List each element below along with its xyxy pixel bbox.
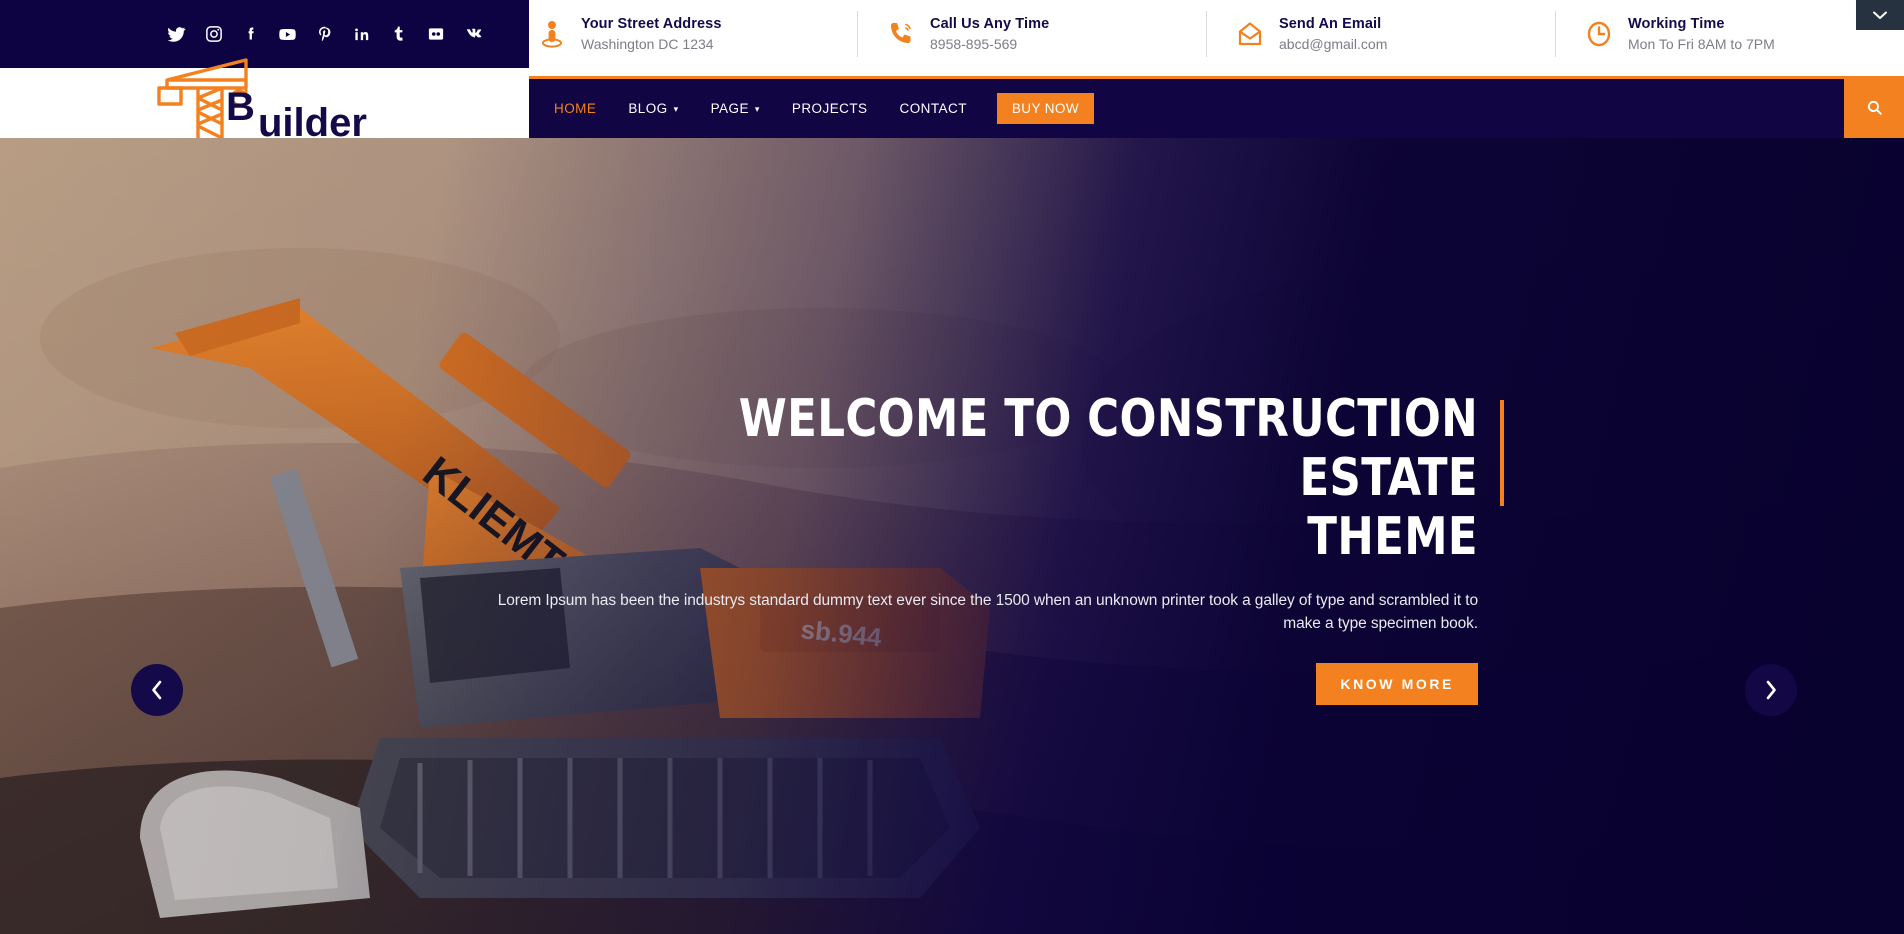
hero-content: WELCOME TO CONSTRUCTION ESTATE THEME Lor… <box>0 138 1904 934</box>
facebook-icon[interactable] <box>241 24 261 44</box>
hero-description: Lorem Ipsum has been the industrys stand… <box>497 592 1478 632</box>
contact-item-hours[interactable]: Working Time Mon To Fri 8AM to 7PM <box>1555 11 1904 57</box>
vk-icon[interactable] <box>463 24 483 44</box>
hero-title-line-2: THEME <box>1307 506 1478 567</box>
slider-next-button[interactable] <box>1745 664 1797 716</box>
title-accent-bar <box>1500 400 1504 506</box>
phone-ring-icon <box>886 17 916 51</box>
nav-item-page[interactable]: PAGE ▾ <box>695 79 776 138</box>
nav-item-home[interactable]: HOME <box>538 79 612 138</box>
site-logo[interactable]: B uilder <box>150 54 440 138</box>
envelope-icon <box>1235 17 1265 51</box>
main-navigation: HOME BLOG ▾ PAGE ▾ PROJECTS CONTACT BUY … <box>529 76 1904 138</box>
hero-slider: KLIEMT sb.944 <box>0 138 1904 934</box>
header-row: B uilder HOME BLOG ▾ PAGE ▾ PROJECTS CON… <box>0 58 1904 138</box>
nav-label: HOME <box>554 101 597 116</box>
nav-item-blog[interactable]: BLOG ▾ <box>612 79 694 138</box>
slider-prev-button[interactable] <box>131 664 183 716</box>
contact-title: Working Time <box>1628 15 1725 32</box>
nav-label: BLOG <box>628 101 668 116</box>
clock-icon <box>1584 17 1614 51</box>
chevron-down-icon: ▾ <box>673 104 679 114</box>
chevron-down-icon: ▾ <box>754 104 760 114</box>
buy-now-button[interactable]: BUY NOW <box>996 93 1094 124</box>
contact-title: Call Us Any Time <box>930 15 1050 32</box>
contact-item-address[interactable]: Your Street Address Washington DC 1234 <box>529 11 857 57</box>
search-button[interactable] <box>1844 76 1904 138</box>
contact-title: Your Street Address <box>581 15 722 32</box>
nav-label: PROJECTS <box>791 101 868 116</box>
contact-value: Mon To Fri 8AM to 7PM <box>1628 35 1775 52</box>
linkedin-icon[interactable] <box>352 24 372 44</box>
chevron-down-icon <box>1873 11 1887 19</box>
hero-title-line-1: WELCOME TO CONSTRUCTION ESTATE <box>738 389 1478 508</box>
contact-item-email[interactable]: Send An Email abcd@gmail.com <box>1206 11 1555 57</box>
search-icon <box>1867 100 1882 115</box>
know-more-button[interactable]: KNOW MORE <box>1316 663 1478 706</box>
pinterest-icon[interactable] <box>315 24 335 44</box>
logo-rest-text: uilder <box>258 101 367 138</box>
twitter-icon[interactable] <box>167 24 187 44</box>
nav-label: CONTACT <box>899 101 967 116</box>
flickr-icon[interactable] <box>426 24 446 44</box>
contact-title: Send An Email <box>1279 15 1382 32</box>
nav-item-projects[interactable]: PROJECTS <box>776 79 884 138</box>
contact-info-list: Your Street Address Washington DC 1234 C… <box>529 0 1904 68</box>
chevron-right-icon <box>1766 680 1776 700</box>
hero-cta-row: KNOW MORE <box>480 663 1478 706</box>
instagram-icon[interactable] <box>204 24 224 44</box>
contact-value: abcd@gmail.com <box>1279 35 1388 52</box>
collapse-toggle-button[interactable] <box>1856 0 1904 30</box>
contact-value: Washington DC 1234 <box>581 35 714 52</box>
nav-links: HOME BLOG ▾ PAGE ▾ PROJECTS CONTACT BUY … <box>529 79 1094 138</box>
page-root: Your Street Address Washington DC 1234 C… <box>0 0 1904 934</box>
youtube-icon[interactable] <box>278 24 298 44</box>
contact-value: 8958-895-569 <box>930 35 1018 52</box>
chevron-left-icon <box>152 680 162 700</box>
location-pin-icon <box>537 17 567 51</box>
nav-label: PAGE <box>710 101 749 116</box>
contact-item-phone[interactable]: Call Us Any Time 8958-895-569 <box>857 11 1206 57</box>
logo-first-letter: B <box>226 85 255 129</box>
nav-item-contact[interactable]: CONTACT <box>884 79 983 138</box>
hero-text-block: WELCOME TO CONSTRUCTION ESTATE THEME Lor… <box>480 389 1504 706</box>
tumblr-icon[interactable] <box>389 24 409 44</box>
